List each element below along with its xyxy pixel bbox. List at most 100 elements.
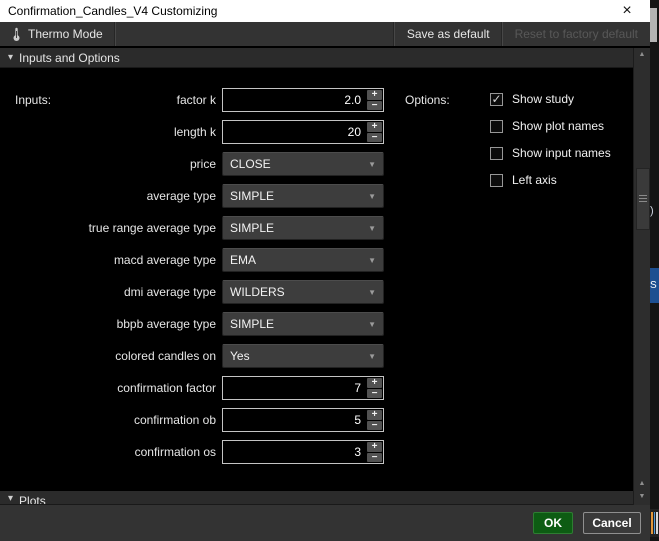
spinner-confirmation-ob[interactable]: 5+−: [222, 408, 384, 432]
form-row-factor-k: factor k 2.0+−: [0, 88, 384, 112]
checkbox-row-show-input-names: Show input names: [490, 146, 611, 160]
form-row-length-k: length k 20+−: [0, 120, 384, 144]
form-row-macd-average-type: macd average type EMA▼: [0, 248, 384, 272]
section-title: Inputs and Options: [19, 51, 120, 65]
decrement-icon[interactable]: −: [367, 133, 382, 143]
checkbox-show-study-checked[interactable]: ✓: [490, 93, 503, 106]
input-label-macd-average-type: macd average type: [0, 253, 216, 267]
button-bar: OK Cancel: [0, 505, 650, 541]
dropdown-arrow-icon: ▼: [368, 288, 376, 297]
dropdown-value: SIMPLE: [230, 317, 274, 331]
checkbox-show-input-names[interactable]: [490, 147, 503, 160]
customizing-dialog: Confirmation_Candles_V4 Customizing × Th…: [0, 0, 650, 541]
spinner-value[interactable]: 20: [223, 121, 366, 143]
input-label-true-range-average-type: true range average type: [0, 221, 216, 235]
input-label-confirmation-os: confirmation os: [0, 445, 216, 459]
inputs-and-options-panel: Inputs: factor k2.0+−length k20+−priceCL…: [0, 68, 633, 491]
spinner-confirmation-factor[interactable]: 7+−: [222, 376, 384, 400]
form-row-colored-candles-on: colored candles on Yes▼: [0, 344, 384, 368]
decrement-icon[interactable]: −: [367, 453, 382, 463]
toolbar-separator: [115, 22, 116, 46]
close-icon[interactable]: ×: [618, 3, 636, 19]
form-row-confirmation-factor: confirmation factor 7+−: [0, 376, 384, 400]
dropdown-macd-average-type[interactable]: EMA▼: [222, 248, 384, 272]
spinner-buttons: +−: [366, 409, 383, 431]
spinner-value[interactable]: 5: [223, 409, 366, 431]
spinner-value[interactable]: 2.0: [223, 89, 366, 111]
dropdown-value: WILDERS: [230, 285, 285, 299]
save-as-default-button[interactable]: Save as default: [395, 22, 502, 46]
dropdown-bbpb-average-type[interactable]: SIMPLE▼: [222, 312, 384, 336]
chevron-down-icon: ▾: [8, 494, 13, 504]
spinner-factor-k[interactable]: 2.0+−: [222, 88, 384, 112]
background-chart-fragment: [650, 509, 659, 537]
increment-icon[interactable]: +: [367, 442, 382, 452]
ok-button[interactable]: OK: [533, 512, 573, 534]
form-row-dmi-average-type: dmi average typeWILDERS▼: [0, 280, 384, 304]
input-label-price: price: [0, 157, 216, 171]
background-text-fragment: ): [650, 205, 654, 217]
form-row-confirmation-os: confirmation os 3+−: [0, 440, 384, 464]
spinner-buttons: +−: [366, 121, 383, 143]
section-header-plots[interactable]: ▾ Plots: [0, 491, 633, 505]
dropdown-value: SIMPLE: [230, 221, 274, 235]
checkbox-row-show-plot-names: Show plot names: [490, 119, 611, 133]
checkbox-left-axis[interactable]: [490, 174, 503, 187]
form-row-bbpb-average-type: bbpb average typeSIMPLE▼: [0, 312, 384, 336]
spinner-value[interactable]: 7: [223, 377, 366, 399]
dropdown-value: EMA: [230, 253, 256, 267]
inputs-form: factor k2.0+−length k20+−priceCLOSE▼aver…: [0, 88, 384, 472]
scroll-down-icon[interactable]: ▼: [634, 490, 650, 503]
dropdown-true-range-average-type[interactable]: SIMPLE▼: [222, 216, 384, 240]
increment-icon[interactable]: +: [367, 410, 382, 420]
increment-icon[interactable]: +: [367, 378, 382, 388]
scrollbar-bottom-arrows: ▲ ▼: [634, 477, 650, 503]
checkbox-label-show-study: Show study: [512, 92, 574, 106]
section-title: Plots: [19, 494, 46, 505]
thermometer-icon: [12, 27, 21, 42]
checkbox-row-left-axis: Left axis: [490, 173, 611, 187]
window-title: Confirmation_Candles_V4 Customizing: [8, 4, 217, 18]
spinner-confirmation-os[interactable]: 3+−: [222, 440, 384, 464]
decrement-icon[interactable]: −: [367, 421, 382, 431]
form-row-price: price CLOSE ▼: [0, 152, 384, 176]
dropdown-arrow-icon: ▼: [368, 160, 376, 169]
dropdown-average-type[interactable]: SIMPLE▼: [222, 184, 384, 208]
scroll-up-icon[interactable]: ▲: [634, 477, 650, 490]
form-row-confirmation-ob: confirmation ob5+−: [0, 408, 384, 432]
background-window-strip: ) S: [650, 0, 659, 541]
thermo-mode-label: Thermo Mode: [28, 27, 103, 41]
scroll-up-icon[interactable]: ▲: [634, 48, 650, 61]
cancel-button[interactable]: Cancel: [583, 512, 641, 534]
dropdown-value: CLOSE: [230, 157, 271, 171]
decrement-icon[interactable]: −: [367, 389, 382, 399]
scrollbar-thumb[interactable]: [636, 168, 650, 230]
increment-icon[interactable]: +: [367, 90, 382, 100]
options-caption: Options:: [405, 93, 450, 107]
checkbox-show-plot-names[interactable]: [490, 120, 503, 133]
spinner-buttons: +−: [366, 89, 383, 111]
dropdown-dmi-average-type[interactable]: WILDERS ▼: [222, 280, 384, 304]
spinner-length-k[interactable]: 20+−: [222, 120, 384, 144]
spinner-buttons: +−: [366, 441, 383, 463]
form-row-average-type: average type SIMPLE▼: [0, 184, 384, 208]
thermo-mode-button[interactable]: Thermo Mode: [0, 22, 115, 46]
section-header-inputs-and-options[interactable]: ▾ Inputs and Options: [0, 48, 633, 68]
decrement-icon[interactable]: −: [367, 101, 382, 111]
increment-icon[interactable]: +: [367, 122, 382, 132]
dropdown-arrow-icon: ▼: [368, 352, 376, 361]
titlebar: Confirmation_Candles_V4 Customizing ×: [0, 0, 650, 22]
toolbar: Thermo Mode Save as default Reset to fac…: [0, 22, 650, 46]
input-label-length-k: length k: [0, 125, 216, 139]
input-label-colored-candles-on: colored candles on: [0, 349, 216, 363]
vertical-scrollbar[interactable]: ▲ ▲ ▼: [633, 48, 650, 505]
spinner-value[interactable]: 3: [223, 441, 366, 463]
dropdown-colored-candles-on[interactable]: Yes▼: [222, 344, 384, 368]
input-label-confirmation-factor: confirmation factor: [0, 381, 216, 395]
input-label-average-type: average type: [0, 189, 216, 203]
input-label-factor-k: factor k: [0, 93, 216, 107]
checkbox-label-show-input-names: Show input names: [512, 146, 611, 160]
dropdown-price[interactable]: CLOSE ▼: [222, 152, 384, 176]
background-scrollbar-fragment: [650, 8, 657, 42]
background-selection-fragment: S: [650, 268, 659, 303]
